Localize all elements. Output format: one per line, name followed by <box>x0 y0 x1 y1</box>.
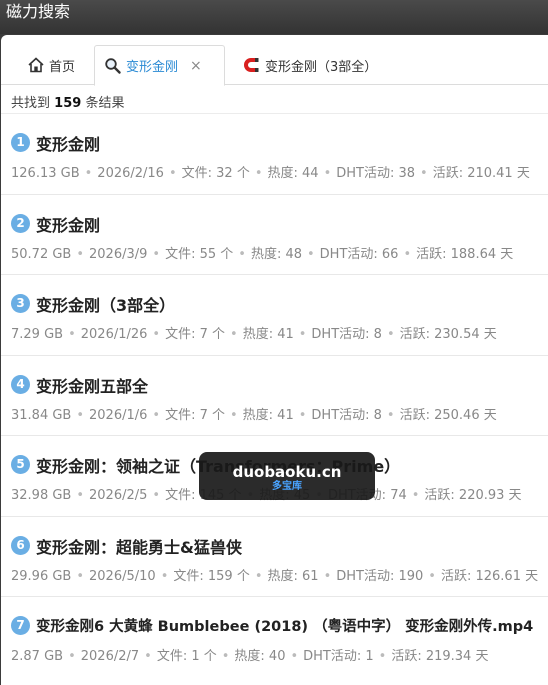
list-item[interactable]: 6 变形金刚：超能勇士&猛兽侠 29.96 GB • 2026/5/10 • 文件: 1… <box>1 515 548 597</box>
result-title[interactable]: 变形金刚：超能勇士&猛兽侠 <box>36 534 242 558</box>
result-meta: 7.29 GB • 2026/1/26 • 文件: 7 个 • 热度: 41 • DHT活动: … <box>11 327 497 342</box>
home-icon <box>28 57 44 73</box>
result-title[interactable]: 变形金刚 <box>36 212 100 236</box>
tab-close-icon[interactable]: × <box>190 58 202 74</box>
rank-badge: 4 <box>11 374 30 394</box>
result-meta: 31.84 GB • 2026/1/6 • 文件: 7 个 • 热度: 41 • DHT活动: … <box>11 407 497 423</box>
rank-badge: 1 <box>11 133 30 152</box>
results-summary: 共找到 159 条结果 <box>11 96 125 111</box>
window-titlebar: 磁力搜索 <box>0 0 548 34</box>
tab-label: 变形金刚 <box>126 60 179 75</box>
result-meta: 29.96 GB • 2026/5/10 • 文件: 159 个 • 热度: 61 • DHT活… <box>11 568 539 584</box>
result-title[interactable]: 变形金刚 <box>36 131 100 155</box>
rank-badge: 5 <box>11 455 30 474</box>
magnet-icon <box>244 58 259 72</box>
watermark-name: 多宝库 <box>272 481 302 492</box>
list-item[interactable]: 1 变形金刚 126.13 GB • 2026/2/16 • 文件: 32 个 • 热度: … <box>1 113 548 194</box>
watermark-domain: duobaoku.cn <box>232 463 342 481</box>
tab-search-active[interactable]: 变形金刚 × <box>94 45 225 86</box>
tab-label: 首页 <box>49 59 76 75</box>
tab-home[interactable]: 首页 <box>18 45 93 85</box>
watermark-overlay: duobaoku.cn 多宝库 <box>199 452 375 500</box>
tab-label: 变形金刚（3部全） <box>265 59 378 75</box>
rank-badge: 6 <box>11 535 30 555</box>
window-title: 磁力搜索 <box>6 2 71 21</box>
tab-bar: 首页 变形金刚 × 变形金刚（3部全） <box>1 35 548 86</box>
result-title[interactable]: 变形金刚6 大黄蜂 Bumblebee (2018) （粤语中字） 变形金刚外传… <box>36 615 533 636</box>
list-item[interactable]: 4 变形金刚五部全 31.84 GB • 2026/1/6 • 文件: 7 个 • 热度: … <box>1 354 548 436</box>
rank-badge: 3 <box>11 294 30 313</box>
tab-magnet[interactable]: 变形金刚（3部全） <box>234 45 394 85</box>
rank-badge: 7 <box>11 616 30 635</box>
list-item[interactable]: 7 变形金刚6 大黄蜂 Bumblebee (2018) （粤语中字） 变形金刚… <box>1 596 548 677</box>
results-count: 159 <box>54 96 82 111</box>
list-item[interactable]: 2 变形金刚 50.72 GB • 2026/3/9 • 文件: 55 个 • 热度: 48… <box>1 193 548 275</box>
result-meta: 126.13 GB • 2026/2/16 • 文件: 32 个 • 热度: 44 • DHT活… <box>11 166 530 181</box>
main-panel: 首页 变形金刚 × 变形金刚（3部全） 共找到 159 条结果 1 变形金刚 1… <box>1 35 548 685</box>
result-meta: 2.87 GB • 2026/2/7 • 文件: 1 个 • 热度: 40 • DHT活动: 1… <box>11 649 489 664</box>
result-title[interactable]: 变形金刚（3部全） <box>36 292 175 316</box>
search-icon <box>105 57 121 74</box>
result-title[interactable]: 变形金刚五部全 <box>36 373 148 397</box>
rank-badge: 2 <box>11 213 30 233</box>
result-meta: 50.72 GB • 2026/3/9 • 文件: 55 个 • 热度: 48 • DHT活动:… <box>11 246 514 262</box>
results-list: 1 变形金刚 126.13 GB • 2026/2/16 • 文件: 32 个 • 热度: … <box>1 113 548 677</box>
list-item[interactable]: 3 变形金刚（3部全） 7.29 GB • 2026/1/26 • 文件: 7 个 • 热度… <box>1 274 548 355</box>
